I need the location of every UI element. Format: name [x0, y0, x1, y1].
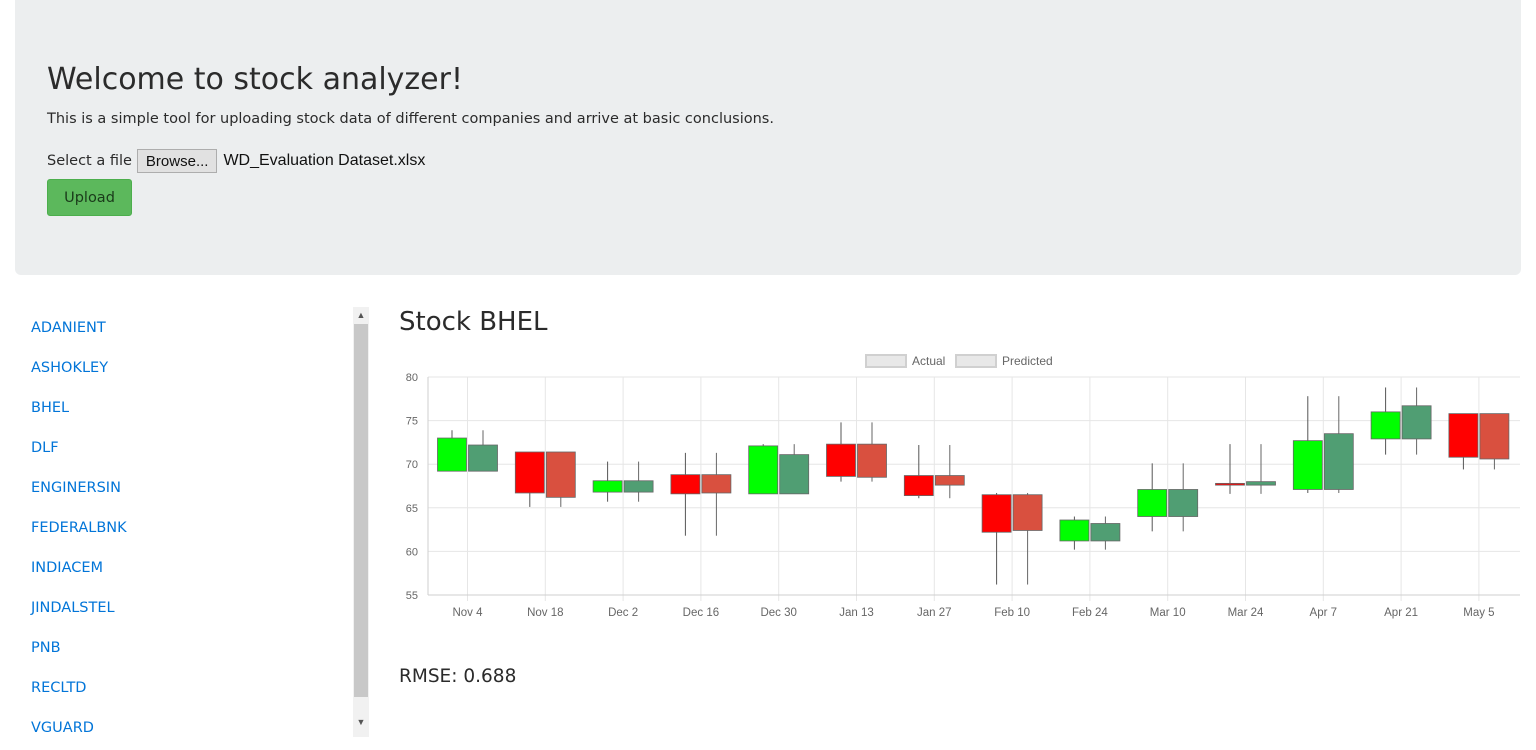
candle-body-actual: [592, 480, 623, 493]
x-tick-label: Mar 24: [1228, 607, 1264, 619]
sidebar-item-enginersin[interactable]: ENGINERSIN: [31, 467, 127, 507]
y-tick-label: 75: [406, 416, 418, 428]
sidebar-item-ashokley[interactable]: ASHOKLEY: [31, 347, 127, 387]
page-description: This is a simple tool for uploading stoc…: [47, 111, 774, 127]
candle-body-actual: [514, 451, 545, 494]
candle-body-predicted: [1246, 481, 1276, 486]
rmse-value: 0.688: [463, 666, 517, 687]
candle-body-actual: [1292, 440, 1323, 490]
rmse-readout: RMSE: 0.688: [399, 666, 516, 687]
candle-body-actual: [981, 494, 1012, 533]
candle-body-actual: [826, 443, 856, 477]
candle-body-predicted: [623, 480, 654, 493]
candle-body-actual: [1059, 519, 1090, 542]
file-select-label: Select a file: [47, 153, 132, 169]
x-tick-label: Jan 13: [839, 607, 874, 619]
file-select-row: Select a file Browse... WD_Evaluation Da…: [47, 149, 425, 173]
chart-heading: Stock BHEL: [399, 307, 548, 337]
candle-body-actual: [1370, 411, 1401, 440]
x-tick-label: Apr 21: [1384, 607, 1418, 619]
y-tick-label: 60: [406, 546, 418, 558]
sidebar-item-vguard[interactable]: VGUARD: [31, 707, 127, 747]
upload-button[interactable]: Upload: [47, 179, 132, 216]
candle-body-predicted: [545, 451, 576, 498]
sidebar-scrollbar[interactable]: ▲ ▼: [353, 307, 369, 737]
stock-list: ADANIENT ASHOKLEY BHEL DLF ENGINERSIN FEDERAL…: [31, 307, 127, 747]
candle-body-actual: [1215, 482, 1245, 486]
candle-body-predicted: [701, 474, 732, 494]
sidebar-item-dlf[interactable]: DLF: [31, 427, 127, 467]
candle-body-predicted: [934, 475, 965, 486]
x-tick-label: Apr 7: [1310, 607, 1338, 619]
selected-file-name: WD_Evaluation Dataset.xlsx: [223, 152, 426, 169]
sidebar-item-pnb[interactable]: PNB: [31, 627, 127, 667]
legend-swatch-actual: [865, 354, 907, 368]
candle-body-predicted: [1401, 405, 1432, 440]
x-tick-label: Feb 10: [994, 607, 1030, 619]
sidebar-item-adanient[interactable]: ADANIENT: [31, 307, 127, 347]
candle-body-predicted: [1090, 523, 1121, 542]
browse-button[interactable]: Browse...: [136, 149, 218, 173]
legend-swatch-predicted: [955, 354, 997, 368]
y-tick-label: 65: [406, 503, 418, 515]
candle-body-predicted: [857, 443, 887, 478]
candle-body-actual: [1137, 489, 1168, 517]
y-tick-label: 70: [406, 459, 418, 471]
candle-body-actual: [437, 437, 467, 472]
y-tick-label: 55: [406, 590, 418, 602]
candle-body-actual: [748, 445, 779, 495]
candle-body-predicted: [468, 444, 498, 472]
scroll-thumb[interactable]: [354, 324, 368, 697]
x-tick-label: Nov 4: [452, 607, 483, 619]
candle-body-predicted: [779, 454, 810, 495]
sidebar-item-jindalstel[interactable]: JINDALSTEL: [31, 587, 127, 627]
candle-body-predicted: [1479, 413, 1510, 460]
candle-body-predicted: [1168, 489, 1199, 517]
sidebar-item-bhel[interactable]: BHEL: [31, 387, 127, 427]
x-tick-label: Dec 30: [760, 607, 796, 619]
sidebar-item-recltd[interactable]: RECLTD: [31, 667, 127, 707]
legend-label-actual: Actual: [912, 354, 945, 368]
candle-body-actual: [1448, 413, 1479, 458]
scroll-down-icon[interactable]: ▼: [353, 714, 369, 730]
stock-sidebar: ADANIENT ASHOKLEY BHEL DLF ENGINERSIN FEDERAL…: [15, 307, 369, 750]
rmse-label: RMSE:: [399, 666, 458, 687]
candle-body-predicted: [1012, 494, 1043, 531]
page-title: Welcome to stock analyzer!: [47, 62, 464, 97]
scroll-up-icon[interactable]: ▲: [353, 307, 369, 323]
x-tick-label: Feb 24: [1072, 607, 1108, 619]
x-tick-label: Jan 27: [917, 607, 952, 619]
sidebar-item-indiacem[interactable]: INDIACEM: [31, 547, 127, 587]
x-tick-label: Mar 10: [1150, 607, 1186, 619]
candle-body-actual: [670, 474, 701, 495]
legend-label-predicted: Predicted: [1002, 354, 1053, 368]
x-tick-label: May 5: [1463, 607, 1494, 619]
header-jumbotron: Welcome to stock analyzer! This is a sim…: [15, 0, 1521, 275]
sidebar-item-federalbnk[interactable]: FEDERALBNK: [31, 507, 127, 547]
candle-body-actual: [903, 475, 934, 496]
y-tick-label: 80: [406, 372, 418, 384]
x-tick-label: Dec 16: [683, 607, 719, 619]
candlestick-chart: 55 60 65 70 75 80 Nov 4 Nov 18 Dec 2 Dec 16 Dec 30…: [406, 354, 1520, 619]
x-tick-label: Dec 2: [608, 607, 638, 619]
candle-body-predicted: [1323, 433, 1354, 490]
x-tick-label: Nov 18: [527, 607, 563, 619]
